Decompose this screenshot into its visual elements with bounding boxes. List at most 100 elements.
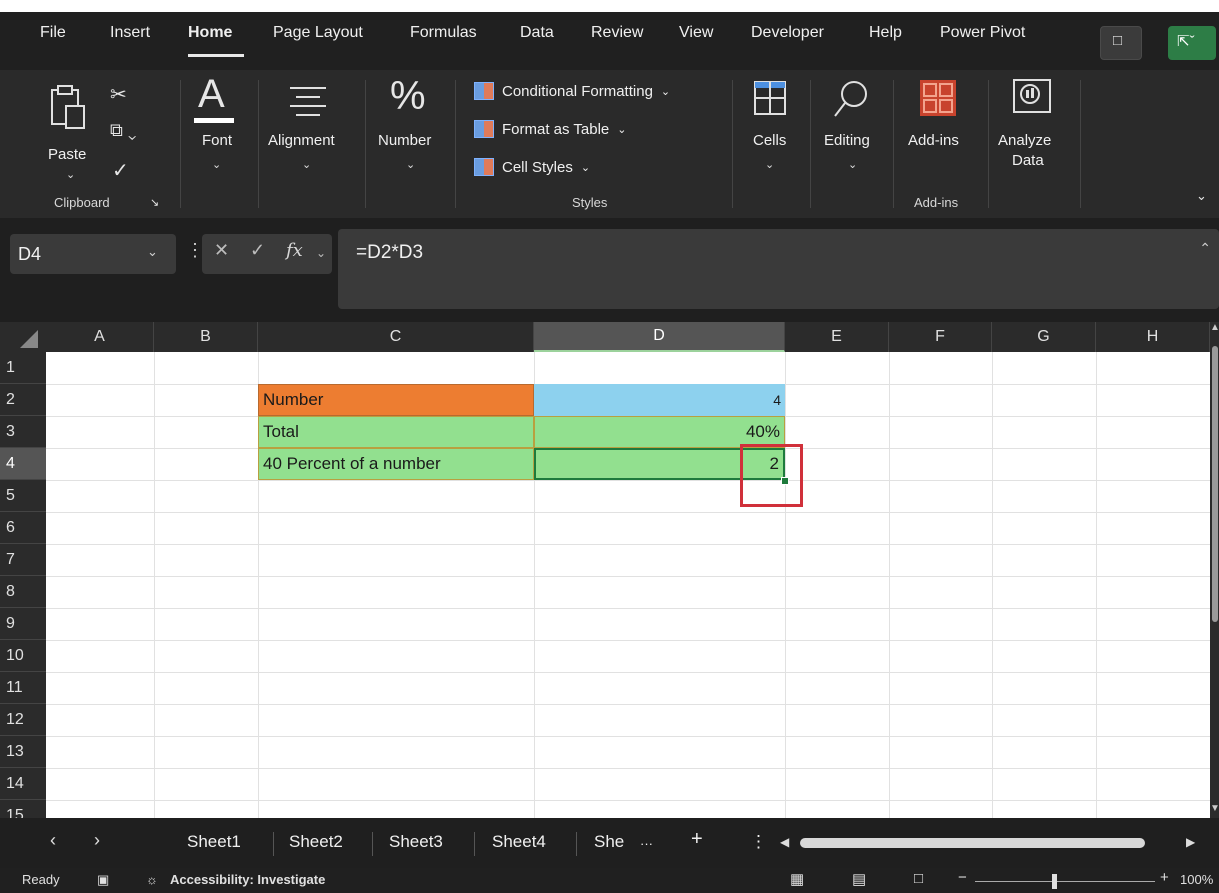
row-header-9[interactable]: 9 [0, 608, 46, 640]
sheet-tab-1[interactable]: Sheet1 [187, 832, 241, 852]
addins-icon [920, 80, 956, 116]
scroll-down-icon[interactable]: ▼ [1210, 803, 1219, 814]
scroll-up-icon[interactable]: ▲ [1210, 322, 1219, 333]
menu-home[interactable]: Home [188, 24, 232, 42]
cells-button[interactable]: Cells ⌄ [735, 70, 807, 218]
gridline [46, 544, 1210, 545]
menu-insert[interactable]: Insert [110, 24, 150, 42]
row-header-14[interactable]: 14 [0, 768, 46, 800]
conditional-formatting-button[interactable]: Conditional Formatting ⌄ [474, 82, 670, 100]
chevron-down-icon[interactable]: ⌄ [316, 246, 326, 260]
paste-button[interactable]: Paste ⌄ [44, 80, 96, 181]
menu-file[interactable]: File [40, 24, 66, 42]
row-header-2[interactable]: 2 [0, 384, 46, 416]
column-header-d[interactable]: D [534, 322, 785, 352]
more-sheets-icon[interactable]: ··· [640, 836, 653, 851]
prev-sheet-icon[interactable]: ‹ [50, 830, 56, 851]
next-sheet-icon[interactable]: › [94, 830, 100, 851]
formula-input[interactable] [338, 229, 1219, 309]
confirm-icon[interactable]: ✓ [250, 240, 265, 261]
menu-help[interactable]: Help [869, 24, 902, 42]
editing-button[interactable]: Editing ⌄ [812, 70, 890, 218]
page-break-view-icon[interactable]: □ [914, 870, 923, 887]
row-header-15[interactable]: 15 [0, 800, 46, 818]
column-header-g[interactable]: G [992, 322, 1096, 352]
conditional-formatting-icon [474, 82, 494, 100]
cell-c3[interactable]: Total [258, 416, 534, 448]
menu-page-layout[interactable]: Page Layout [273, 24, 363, 42]
row-header-6[interactable]: 6 [0, 512, 46, 544]
accessibility-status[interactable]: Accessibility: Investigate [170, 872, 325, 887]
format-as-table-button[interactable]: Format as Table ⌄ [474, 120, 627, 138]
number-button[interactable]: % Number ⌄ [368, 70, 452, 218]
comments-button[interactable]: □ [1100, 26, 1142, 60]
cancel-icon[interactable]: ✕ [214, 240, 229, 261]
macro-recorder-icon[interactable]: ▣ [97, 872, 109, 888]
row-header-3[interactable]: 3 [0, 416, 46, 448]
cell-styles-button[interactable]: Cell Styles ⌄ [474, 158, 590, 176]
add-sheet-button[interactable]: + [691, 828, 703, 851]
zoom-slider[interactable] [975, 881, 1155, 882]
menu-formulas[interactable]: Formulas [410, 24, 477, 42]
share-button[interactable]: ⇱ˇ [1168, 26, 1216, 60]
select-all-corner[interactable] [0, 322, 46, 352]
formula-value: =D2*D3 [356, 242, 424, 263]
cut-icon[interactable]: ✂ [110, 82, 127, 107]
menu-developer[interactable]: Developer [751, 24, 824, 42]
chevron-down-icon[interactable]: ⌄ [147, 244, 158, 260]
column-header-h[interactable]: H [1096, 322, 1210, 352]
cell-c4[interactable]: 40 Percent of a number [258, 448, 534, 480]
row-header-11[interactable]: 11 [0, 672, 46, 704]
row-header-8[interactable]: 8 [0, 576, 46, 608]
sheet-tab-2[interactable]: Sheet2 [289, 832, 343, 852]
ribbon-expand-icon[interactable]: ⌄ [1196, 188, 1207, 204]
column-header-c[interactable]: C [258, 322, 534, 352]
sheet-tab-4[interactable]: Sheet4 [492, 832, 546, 852]
menu-view[interactable]: View [679, 24, 713, 42]
zoom-in-icon[interactable]: + [1160, 869, 1169, 886]
row-header-5[interactable]: 5 [0, 480, 46, 512]
menu-power-pivot[interactable]: Power Pivot [940, 24, 1025, 42]
vertical-scroll-thumb[interactable] [1212, 346, 1218, 622]
dialog-launcher-icon[interactable]: ↘ [150, 196, 159, 209]
menu-review[interactable]: Review [591, 24, 643, 42]
zoom-slider-handle[interactable] [1052, 874, 1057, 889]
ribbon-separator [810, 80, 811, 208]
sheet-tab-5[interactable]: She [594, 832, 624, 852]
row-header-12[interactable]: 12 [0, 704, 46, 736]
row-header-7[interactable]: 7 [0, 544, 46, 576]
format-painter-icon[interactable]: ✓ [112, 158, 129, 183]
top-edge [0, 0, 1219, 12]
normal-view-icon[interactable]: ▦ [790, 870, 804, 888]
column-header-a[interactable]: A [46, 322, 154, 352]
analyze-data-button[interactable]: Analyze Data [992, 70, 1076, 218]
gridline [889, 352, 890, 818]
copy-icon[interactable]: ⧉ ⌄ [110, 120, 136, 141]
addins-button[interactable]: Add-ins Add-ins [896, 70, 986, 218]
scroll-left-icon[interactable]: ◀ [780, 835, 789, 849]
page-layout-view-icon[interactable]: ▤ [852, 870, 866, 888]
zoom-out-icon[interactable]: − [958, 869, 967, 886]
scroll-right-icon[interactable]: ▶ [1186, 835, 1195, 849]
column-header-f[interactable]: F [889, 322, 992, 352]
font-button[interactable]: A Font ⌄ [182, 70, 252, 218]
row-header-1[interactable]: 1 [0, 352, 46, 384]
sheet-tab-3[interactable]: Sheet3 [389, 832, 443, 852]
styles-group: Conditional Formatting ⌄ Format as Table… [460, 70, 730, 218]
more-options-icon[interactable]: ⋮ [750, 832, 767, 852]
menu-data[interactable]: Data [520, 24, 554, 42]
horizontal-scroll-thumb[interactable] [800, 838, 1145, 848]
insert-function-button[interactable]: fx [286, 240, 303, 261]
column-header-b[interactable]: B [154, 322, 258, 352]
row-header-13[interactable]: 13 [0, 736, 46, 768]
cell-c2[interactable]: Number [258, 384, 534, 416]
row-header-4[interactable]: 4 [0, 448, 46, 480]
column-header-e[interactable]: E [785, 322, 889, 352]
cell-d2[interactable]: 4 [534, 384, 785, 416]
alignment-button[interactable]: Alignment ⌄ [262, 70, 362, 218]
zoom-level[interactable]: 100% [1180, 872, 1213, 887]
percent-icon: % [390, 74, 426, 118]
spreadsheet-grid[interactable]: A B C D E F G H 1 2 3 4 5 6 7 8 9 10 11 … [0, 322, 1210, 818]
row-header-10[interactable]: 10 [0, 640, 46, 672]
collapse-formula-bar-icon[interactable]: ⌃ [1199, 240, 1211, 257]
